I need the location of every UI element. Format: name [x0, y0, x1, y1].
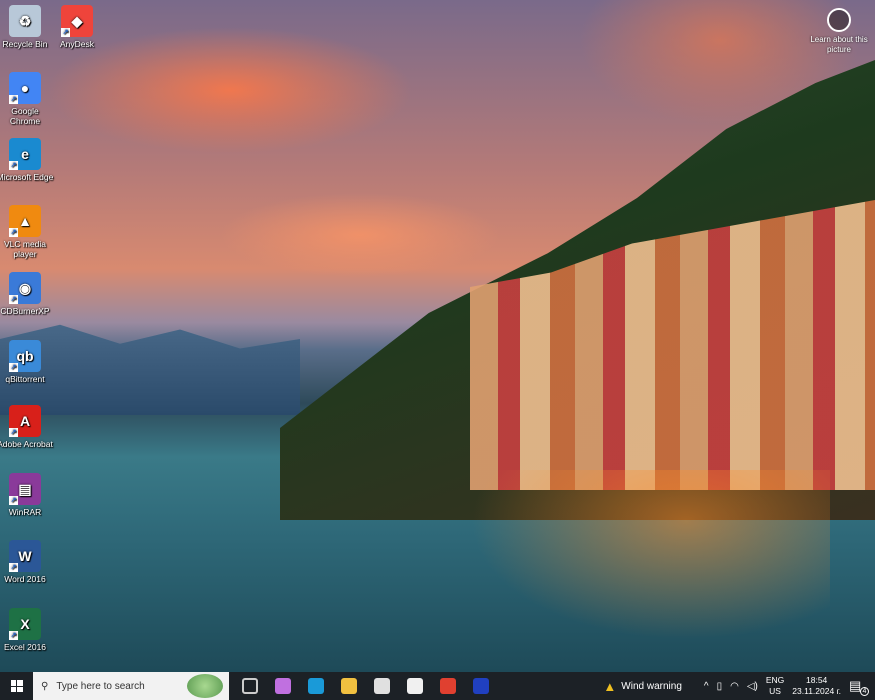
language-indicator[interactable]: ENG US: [766, 675, 784, 697]
taskbar-edge[interactable]: [299, 672, 332, 700]
network-icon[interactable]: ◠: [730, 681, 739, 692]
taskbar-copilot[interactable]: [266, 672, 299, 700]
chrome-icon: ↗ ●: [9, 72, 41, 104]
vlc-icon: ↗ ▲: [9, 205, 41, 237]
taskbar-mail[interactable]: [398, 672, 431, 700]
taskbar-microsoft-store[interactable]: [365, 672, 398, 700]
system-tray: ▲ Wind warning ^ ▯ ◠ ◁) ENG US 18:54 23.11…: [603, 672, 875, 700]
excel-icon: ↗ X: [9, 608, 41, 640]
shortcut-arrow-icon: ↗: [9, 228, 18, 237]
desktop-icon-anydesk[interactable]: ↗ ◆ AnyDesk: [48, 5, 106, 49]
show-hidden-icons[interactable]: ^: [704, 681, 709, 692]
l-app-icon: [472, 678, 489, 694]
volume-icon[interactable]: ◁): [747, 681, 758, 692]
warning-icon: ▲: [603, 678, 617, 694]
cdburnerxp-icon: ↗ ◉: [9, 272, 41, 304]
taskbar-task-view[interactable]: [233, 672, 266, 700]
battery-icon[interactable]: ▯: [717, 681, 723, 692]
desktop-icon-winrar[interactable]: ↗ ▤ WinRAR: [0, 473, 54, 517]
desktop-icon-vlc-media-player[interactable]: ↗ ▲ VLC media player: [0, 205, 54, 259]
file-explorer-icon: [340, 678, 357, 694]
word-icon: ↗ W: [9, 540, 41, 572]
shortcut-arrow-icon: ↗: [9, 95, 18, 104]
shortcut-arrow-icon: ↗: [9, 631, 18, 640]
desktop-icon-cdburnerxp[interactable]: ↗ ◉ CDBurnerXP: [0, 272, 54, 316]
desktop-icon-google-chrome[interactable]: ↗ ● Google Chrome: [0, 72, 54, 126]
anydesk-icon: ↗ ◆: [61, 5, 93, 37]
desktop-icon-word-2016[interactable]: ↗ W Word 2016: [0, 540, 54, 584]
recycle-bin-icon: ♻: [9, 5, 41, 37]
search-box[interactable]: ⚲ Type here to search: [33, 672, 229, 700]
shortcut-arrow-icon: ↗: [9, 428, 18, 437]
copilot-icon: [274, 678, 291, 694]
edge-icon: [307, 678, 324, 694]
search-highlight-image: [187, 674, 223, 698]
winrar-icon: ↗ ▤: [9, 473, 41, 505]
shortcut-arrow-icon: ↗: [9, 363, 18, 372]
shortcut-arrow-icon: ↗: [9, 295, 18, 304]
start-button[interactable]: [0, 672, 33, 700]
desktop-icon-microsoft-edge[interactable]: ↗ e Microsoft Edge: [0, 138, 54, 182]
taskbar-file-explorer[interactable]: [332, 672, 365, 700]
edge-icon: ↗ e: [9, 138, 41, 170]
desktop-icon-adobe-acrobat[interactable]: ↗ A Adobe Acrobat: [0, 405, 54, 449]
learn-about-picture[interactable]: Learn about this picture: [809, 8, 869, 55]
mail-icon: [406, 678, 423, 694]
task-view-icon: [241, 678, 258, 694]
taskbar-l-app[interactable]: [464, 672, 497, 700]
chrome-icon: [439, 678, 456, 694]
microsoft-store-icon: [373, 678, 390, 694]
desktop-icon-qbittorrent[interactable]: ↗ qb qBittorrent: [0, 340, 54, 384]
camera-icon: [827, 8, 851, 32]
shortcut-arrow-icon: ↗: [61, 28, 70, 37]
wallpaper-reflection: [470, 470, 830, 640]
qbittorrent-icon: ↗ qb: [9, 340, 41, 372]
shortcut-arrow-icon: ↗: [9, 161, 18, 170]
shortcut-arrow-icon: ↗: [9, 563, 18, 572]
desktop-icon-recycle-bin[interactable]: ♻ Recycle Bin: [0, 5, 54, 49]
search-icon: ⚲: [41, 680, 49, 692]
taskbar-chrome[interactable]: [431, 672, 464, 700]
desktop-icon-excel-2016[interactable]: ↗ X Excel 2016: [0, 608, 54, 652]
notification-center-button[interactable]: ▤ 4: [849, 678, 869, 696]
clock[interactable]: 18:54 23.11.2024 г.: [792, 675, 841, 697]
weather-widget[interactable]: ▲ Wind warning: [603, 679, 681, 694]
windows-icon: [10, 680, 23, 692]
shortcut-arrow-icon: ↗: [9, 496, 18, 505]
taskbar: ⚲ Type here to search ▲ Wind warning ^ ▯…: [0, 672, 875, 700]
acrobat-icon: ↗ A: [9, 405, 41, 437]
